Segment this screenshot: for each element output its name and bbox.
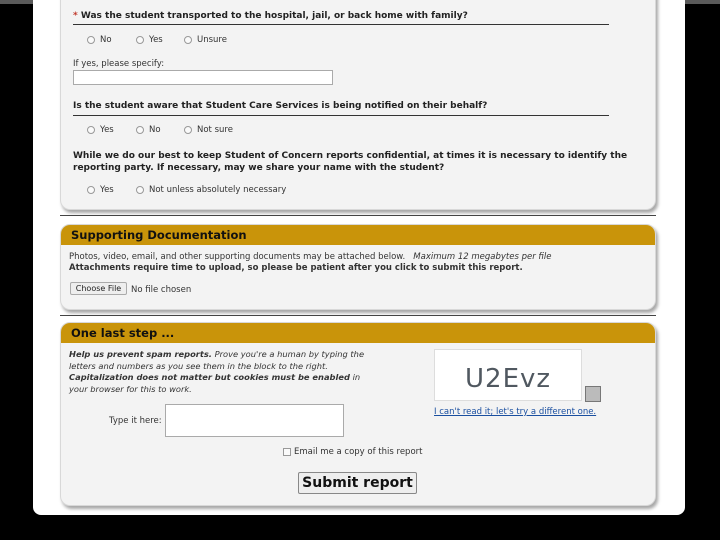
radio-label: No [149, 125, 161, 135]
report-form-page: * Was the student transported to the hos… [33, 0, 685, 515]
radio-transported-no[interactable]: No [87, 35, 112, 45]
radio-share-yes[interactable]: Yes [87, 185, 114, 195]
type-it-here-label: Type it here: [109, 416, 162, 426]
captcha-refresh-icon[interactable] [585, 386, 601, 402]
radio-aware-yes[interactable]: Yes [87, 125, 114, 135]
captcha-input[interactable] [165, 404, 344, 437]
captcha-text: U2Evz [465, 364, 552, 394]
radio-label: Not sure [197, 125, 233, 135]
question-transported-text: Was the student transported to the hospi… [80, 11, 468, 21]
required-asterisk: * [73, 11, 78, 21]
radio-transported-yes[interactable]: Yes [136, 35, 163, 45]
radio-label: Not unless absolutely necessary [149, 185, 287, 195]
submit-report-button[interactable]: Submit report [298, 472, 417, 494]
radio-circle-icon[interactable] [136, 186, 144, 194]
section-divider [60, 315, 656, 316]
email-copy-option[interactable]: Email me a copy of this report [283, 447, 422, 457]
radio-label: Yes [149, 35, 163, 45]
attachment-size-limit: Maximum 12 megabytes per file [413, 252, 552, 262]
spam-instructions-bold: Help us prevent spam reports. [69, 349, 212, 359]
specify-input[interactable] [73, 70, 333, 85]
spam-instructions: Help us prevent spam reports. Prove you'… [69, 349, 379, 395]
radio-circle-icon[interactable] [87, 186, 95, 194]
question-student-aware: Is the student aware that Student Care S… [73, 101, 488, 111]
supporting-documentation-panel: Supporting Documentation Photos, video, … [60, 224, 656, 310]
radio-label: Yes [100, 125, 114, 135]
one-last-step-heading: One last step ... [61, 323, 655, 343]
supporting-documentation-heading: Supporting Documentation [61, 225, 655, 245]
question-transported: * Was the student transported to the hos… [73, 11, 468, 21]
question-share-name: While we do our best to keep Student of … [73, 150, 627, 174]
section-divider [60, 215, 656, 216]
attachment-info-text: Photos, video, email, and other supporti… [69, 252, 406, 262]
one-last-step-panel: One last step ... Help us prevent spam r… [60, 322, 656, 506]
radio-circle-icon[interactable] [87, 36, 95, 44]
radio-circle-icon[interactable] [136, 126, 144, 134]
choose-file-button[interactable]: Choose File [70, 282, 127, 295]
radio-circle-icon[interactable] [136, 36, 144, 44]
question-share-name-line2: reporting party. If necessary, may we sh… [73, 163, 445, 173]
radio-transported-unsure[interactable]: Unsure [184, 35, 227, 45]
file-status-text: No file chosen [131, 285, 192, 295]
captcha-different-link[interactable]: I can't read it; let's try a different o… [434, 407, 596, 417]
attachment-info-line2: Attachments require time to upload, so p… [69, 263, 523, 273]
question-share-name-line1: While we do our best to keep Student of … [73, 151, 628, 161]
radio-aware-not-sure[interactable]: Not sure [184, 125, 233, 135]
email-copy-checkbox[interactable] [283, 448, 291, 456]
incident-questions-panel: * Was the student transported to the hos… [60, 0, 656, 210]
specify-label: If yes, please specify: [73, 59, 165, 69]
email-copy-label: Email me a copy of this report [294, 447, 423, 457]
radio-label: Unsure [197, 35, 227, 45]
radio-aware-no[interactable]: No [136, 125, 161, 135]
radio-circle-icon[interactable] [87, 126, 95, 134]
radio-circle-icon[interactable] [184, 36, 192, 44]
radio-label: Yes [100, 185, 114, 195]
radio-label: No [100, 35, 112, 45]
attachment-info-line1: Photos, video, email, and other supporti… [69, 252, 552, 262]
spam-instructions-bold2: Capitalization does not matter but cooki… [69, 372, 350, 382]
radio-share-not-unless[interactable]: Not unless absolutely necessary [136, 185, 286, 195]
question-rule [73, 24, 609, 25]
question-rule [73, 115, 609, 116]
radio-circle-icon[interactable] [184, 126, 192, 134]
captcha-image: U2Evz [434, 349, 582, 401]
